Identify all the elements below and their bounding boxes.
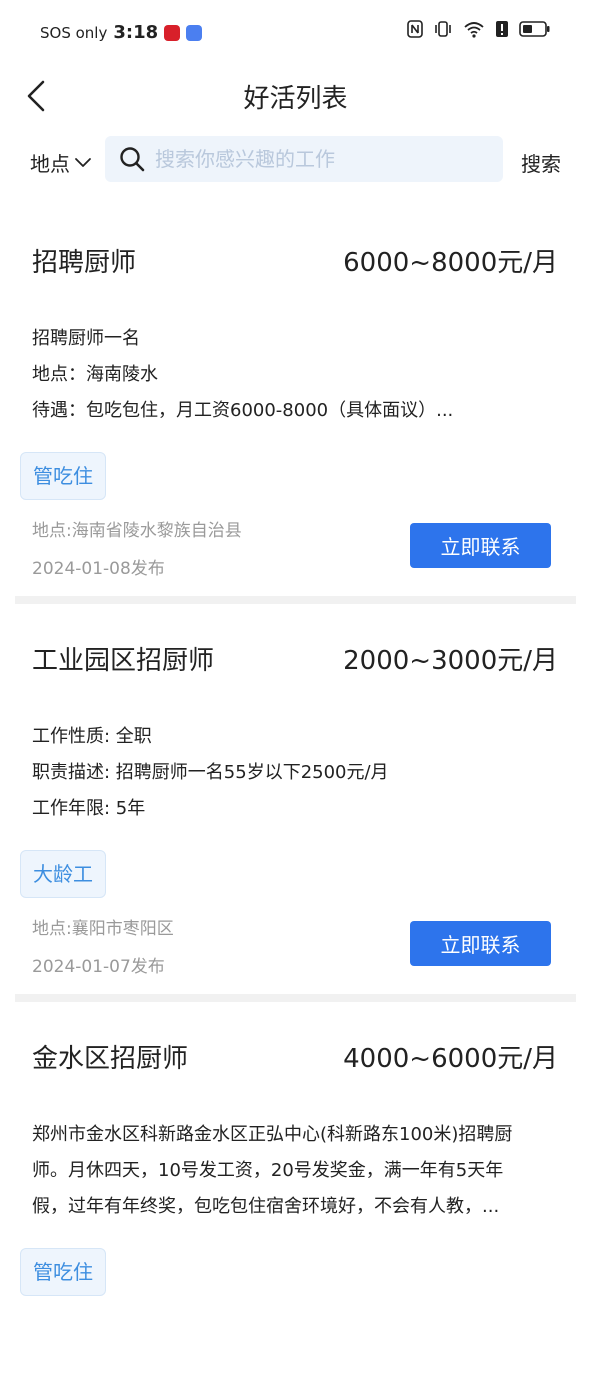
job-description-line: 招聘厨师一名 xyxy=(32,328,140,349)
job-salary: 2000~3000元/月 xyxy=(343,646,558,676)
job-card[interactable]: 金水区招厨师 4000~6000元/月 郑州市金水区科新路金水区正弘中心(科新路… xyxy=(0,1002,591,1392)
job-description-line: 假，过年有年终奖，包吃包住宿舍环境好，不会有人教，... xyxy=(32,1196,500,1217)
chevron-down-icon xyxy=(75,157,91,167)
clock-text: 3:18 xyxy=(113,22,159,43)
notification-app-icon xyxy=(164,24,181,41)
job-description-line: 地点：海南陵水 xyxy=(32,364,158,385)
status-bar: SOS only 3:18 xyxy=(0,0,591,66)
job-date: 2024-01-07发布 xyxy=(32,957,165,977)
job-location: 地点:襄阳市枣阳区 xyxy=(32,919,174,939)
contact-button[interactable]: 立即联系 xyxy=(410,523,551,568)
search-box[interactable] xyxy=(105,136,503,182)
job-title: 工业园区招厨师 xyxy=(32,646,215,676)
divider xyxy=(15,596,576,604)
job-description-line: 待遇：包吃包住，月工资6000-8000（具体面议）... xyxy=(32,400,454,421)
job-salary: 4000~6000元/月 xyxy=(343,1044,558,1074)
location-filter-dropdown[interactable]: 地点 xyxy=(30,148,92,177)
search-input[interactable] xyxy=(153,146,477,172)
job-title: 金水区招厨师 xyxy=(32,1044,189,1074)
wifi-icon xyxy=(464,22,484,38)
job-salary: 6000~8000元/月 xyxy=(343,248,558,278)
vibrate-icon xyxy=(435,21,451,37)
job-description: 郑州市金水区科新路金水区正弘中心(科新路东100米)招聘厨 师。月休四天，10号… xyxy=(32,1117,557,1225)
job-list: 招聘厨师 6000~8000元/月 招聘厨师一名 地点：海南陵水 待遇：包吃包住… xyxy=(0,206,591,1392)
job-title: 招聘厨师 xyxy=(32,248,137,278)
job-card[interactable]: 工业园区招厨师 2000~3000元/月 工作性质: 全职 职责描述: 招聘厨师… xyxy=(0,604,591,994)
nav-bar: 好活列表 xyxy=(0,66,591,126)
location-filter-label: 地点 xyxy=(30,152,70,176)
job-description-line: 师。月休四天，10号发工资，20号发奖金，满一年有5天年 xyxy=(32,1160,504,1181)
job-description: 工作性质: 全职 职责描述: 招聘厨师一名55岁以下2500元/月 工作年限: … xyxy=(32,719,557,827)
status-right xyxy=(407,20,551,38)
job-description-line: 郑州市金水区科新路金水区正弘中心(科新路东100米)招聘厨 xyxy=(32,1124,513,1145)
contact-button[interactable]: 立即联系 xyxy=(410,921,551,966)
job-description-line: 工作年限: 5年 xyxy=(32,798,146,819)
alert-icon xyxy=(496,21,508,37)
search-button[interactable]: 搜索 xyxy=(521,148,561,177)
carrier-text: SOS only xyxy=(40,23,108,42)
status-left: SOS only 3:18 xyxy=(40,22,203,43)
divider xyxy=(15,994,576,1002)
job-description: 招聘厨师一名 地点：海南陵水 待遇：包吃包住，月工资6000-8000（具体面议… xyxy=(32,321,557,429)
search-icon xyxy=(120,147,145,172)
job-card[interactable]: 招聘厨师 6000~8000元/月 招聘厨师一名 地点：海南陵水 待遇：包吃包住… xyxy=(0,206,591,596)
job-description-line: 工作性质: 全职 xyxy=(32,726,152,747)
battery-icon xyxy=(519,21,550,37)
job-tag: 大龄工 xyxy=(20,850,106,898)
job-tag: 管吃住 xyxy=(20,452,106,500)
page-title: 好活列表 xyxy=(243,84,348,114)
job-tag: 管吃住 xyxy=(20,1248,106,1296)
job-description-line: 职责描述: 招聘厨师一名55岁以下2500元/月 xyxy=(32,762,389,783)
notification-app-icon xyxy=(186,24,203,41)
nfc-icon xyxy=(407,20,423,38)
search-bar: 地点 搜索 xyxy=(0,126,591,206)
job-location: 地点:海南省陵水黎族自治县 xyxy=(32,521,242,541)
job-date: 2024-01-08发布 xyxy=(32,559,165,579)
